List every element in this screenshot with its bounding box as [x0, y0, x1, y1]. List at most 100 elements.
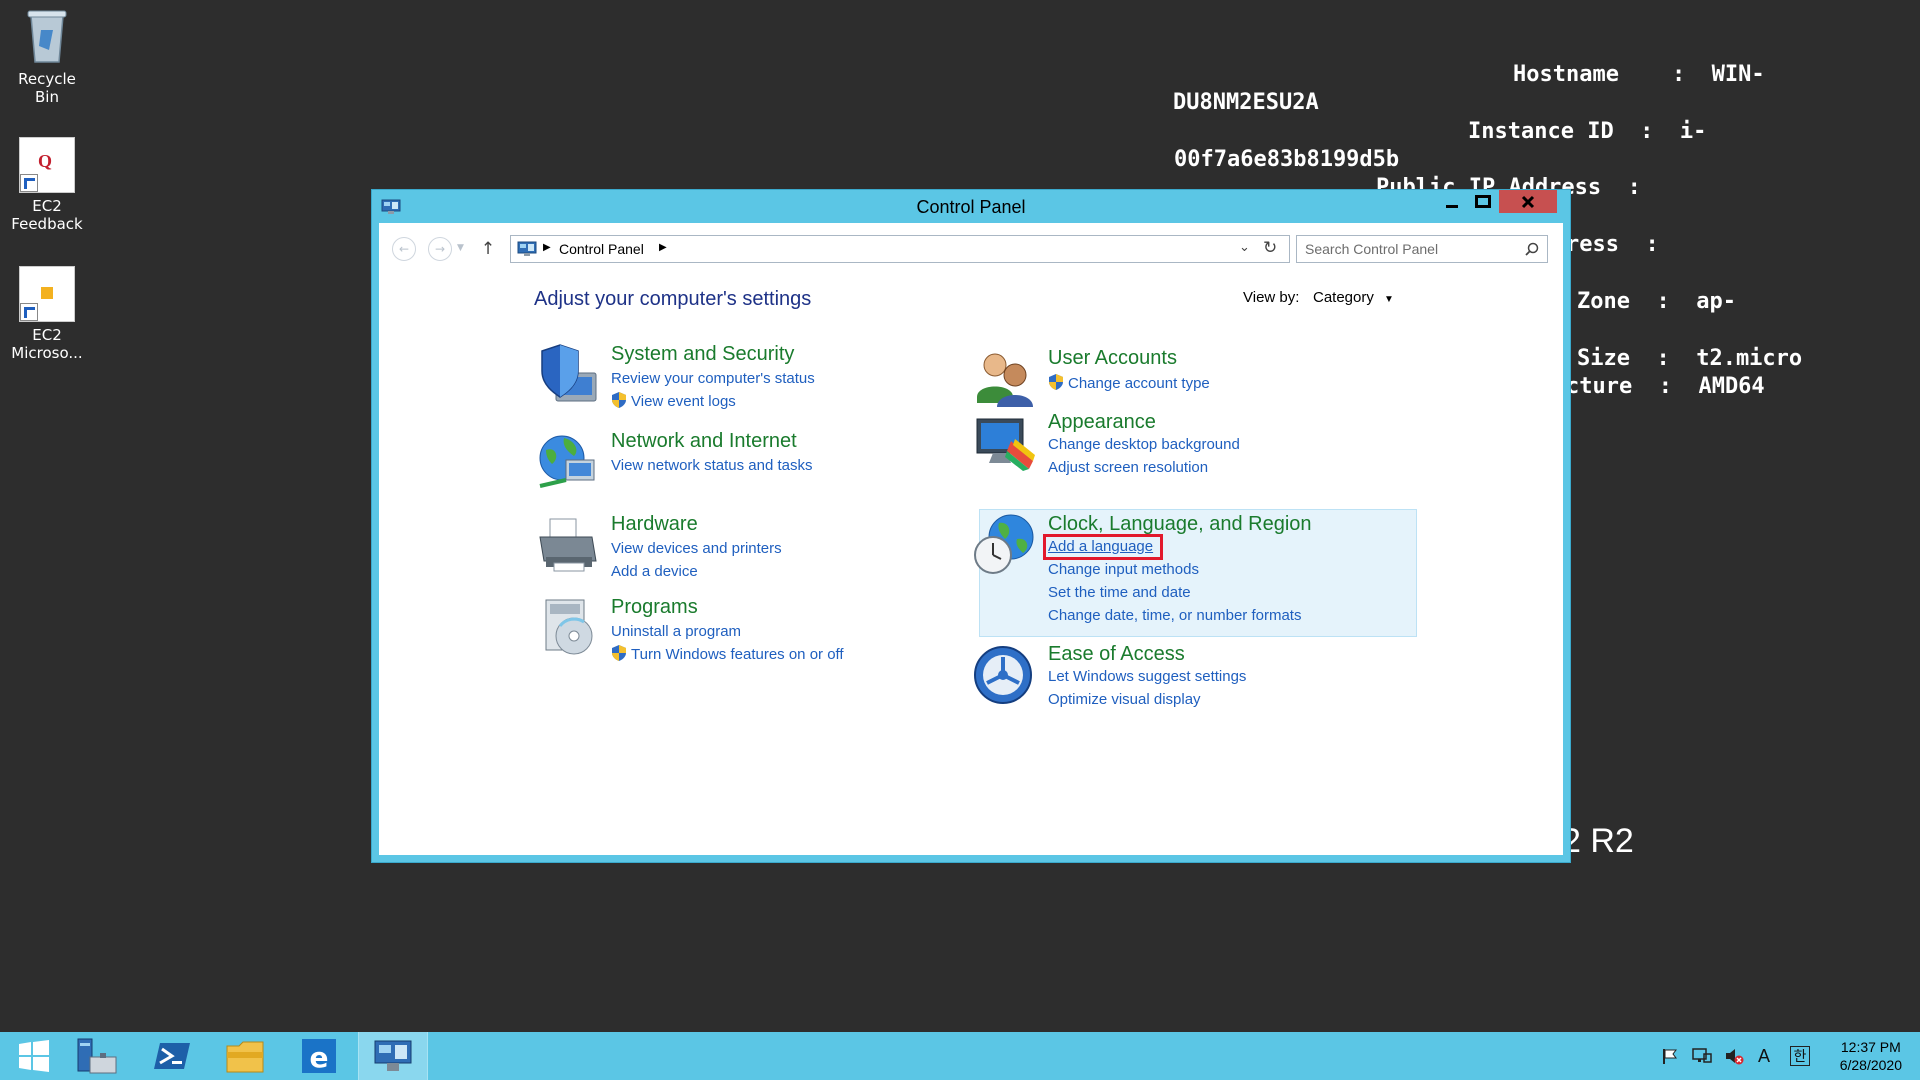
ec2-microsoft-icon — [19, 266, 75, 322]
category-link[interactable]: View network status and tasks — [611, 457, 813, 474]
category-title[interactable]: Network and Internet — [611, 430, 797, 453]
breadcrumb-expand-icon[interactable]: ▶ — [659, 242, 667, 253]
search-box[interactable]: Search Control Panel — [1296, 235, 1548, 263]
maximize-icon — [1475, 194, 1491, 208]
desktop-icon-recycle-bin[interactable]: Recycle Bin — [4, 6, 90, 106]
taskbar-file-explorer[interactable] — [211, 1032, 279, 1080]
window-title: Control Panel — [916, 197, 1026, 217]
input-language-icon[interactable]: 한 — [1790, 1046, 1810, 1066]
taskbar-control-panel[interactable] — [358, 1032, 428, 1080]
ease-of-access-icon[interactable] — [973, 643, 1037, 707]
ec2-microsoft-label-line1: EC2 — [32, 326, 62, 344]
back-button[interactable]: ← — [392, 237, 416, 261]
category-link[interactable]: View event logs — [631, 393, 736, 410]
category-link[interactable]: Let Windows suggest settings — [1048, 668, 1246, 685]
window-content: ← → ▼ ↑ ▶ Control Panel ▶ ⌄ ↻ Search Con… — [379, 223, 1563, 855]
taskbar-internet-explorer[interactable]: e — [285, 1032, 353, 1080]
speaker-muted-icon[interactable] — [1724, 1046, 1744, 1066]
maximize-button[interactable] — [1468, 190, 1498, 213]
category-link[interactable]: Review your computer's status — [611, 370, 815, 387]
category-link[interactable]: Turn Windows features on or off — [631, 646, 844, 663]
taskbar: e A 한 12:37 PM 6/28/2020 — [0, 1032, 1920, 1080]
bginfo-architecture: cture : AMD64 — [1566, 374, 1765, 399]
minimize-button[interactable] — [1437, 190, 1467, 213]
title-bar[interactable]: Control Panel — [372, 190, 1570, 223]
taskbar-powershell[interactable] — [138, 1032, 206, 1080]
forward-arrow-icon: → — [434, 242, 446, 256]
category-programs: Programs Uninstall a program Turn Window… — [536, 596, 916, 666]
uac-shield-icon — [612, 392, 626, 408]
bginfo-zone: Zone : ap- — [1577, 289, 1736, 314]
category-user-accounts: User Accounts Change account type — [973, 347, 1333, 407]
category-system-and-security: System and Security Review your computer… — [536, 343, 896, 413]
desktop-icon-ec2-microsoft[interactable]: EC2 Microso... — [4, 266, 90, 362]
breadcrumb-separator-icon[interactable]: ▶ — [543, 242, 551, 253]
up-button[interactable]: ↑ — [479, 237, 497, 261]
category-link[interactable]: Optimize visual display — [1048, 691, 1201, 708]
internet-explorer-icon: e — [302, 1039, 336, 1074]
category-title[interactable]: Appearance — [1048, 411, 1156, 434]
search-icon[interactable] — [1525, 242, 1539, 256]
globe-clock-icon[interactable] — [973, 513, 1037, 577]
ec2-feedback-label-line1: EC2 — [32, 197, 62, 215]
network-icon[interactable] — [1692, 1046, 1712, 1066]
category-link[interactable]: Change input methods — [1048, 561, 1199, 578]
printer-icon[interactable] — [536, 513, 600, 577]
address-bar[interactable]: ▶ Control Panel ▶ ⌄ ↻ — [510, 235, 1290, 263]
globe-network-icon[interactable] — [536, 430, 600, 494]
uac-shield-icon — [1049, 374, 1063, 390]
category-title[interactable]: Clock, Language, and Region — [1048, 513, 1312, 536]
address-history-dropdown-icon[interactable]: ⌄ — [1239, 240, 1250, 255]
taskbar-server-manager[interactable] — [63, 1032, 131, 1080]
category-link[interactable]: Adjust screen resolution — [1048, 459, 1208, 476]
system-clock[interactable]: 12:37 PM 6/28/2020 — [1840, 1038, 1902, 1074]
category-link[interactable]: View devices and printers — [611, 540, 782, 557]
search-placeholder[interactable]: Search Control Panel — [1305, 241, 1438, 257]
category-network-and-internet: Network and Internet View network status… — [536, 430, 896, 494]
users-icon[interactable] — [973, 347, 1037, 411]
bginfo-instance-id-value: 00f7a6e83b8199d5b — [1174, 147, 1400, 172]
bginfo-hostname: Hostname : WIN- — [1513, 62, 1765, 87]
view-by-dropdown[interactable]: Category ▼ — [1313, 289, 1394, 306]
category-appearance: Appearance Change desktop background Adj… — [973, 411, 1333, 481]
category-title[interactable]: Hardware — [611, 513, 698, 536]
uac-shield-icon — [612, 645, 626, 661]
start-button[interactable] — [0, 1032, 68, 1080]
control-panel-window[interactable]: Control Panel ← → ▼ ↑ ▶ Control Panel ▶ … — [371, 189, 1571, 863]
up-arrow-icon: ↑ — [480, 239, 496, 259]
category-hardware: Hardware View devices and printers Add a… — [536, 513, 896, 583]
view-by-label: View by: — [1243, 289, 1300, 306]
category-title[interactable]: Programs — [611, 596, 698, 619]
category-link[interactable]: Change desktop background — [1048, 436, 1240, 453]
category-link[interactable]: Uninstall a program — [611, 623, 741, 640]
bginfo-private-ip: ress : — [1566, 232, 1659, 257]
bginfo-size: Size : t2.micro — [1577, 346, 1803, 371]
desktop-icon-ec2-feedback[interactable]: Q EC2 Feedback — [4, 137, 90, 233]
minimize-icon — [1446, 204, 1458, 208]
category-link[interactable]: Change account type — [1068, 375, 1210, 392]
chevron-down-icon[interactable]: ▼ — [1384, 294, 1394, 305]
category-title[interactable]: Ease of Access — [1048, 643, 1185, 666]
ime-mode-icon[interactable]: A — [1754, 1046, 1774, 1066]
category-ease-of-access: Ease of Access Let Windows suggest setti… — [973, 643, 1333, 713]
forward-button[interactable]: → — [428, 237, 452, 261]
breadcrumb-control-panel[interactable]: Control Panel — [559, 241, 644, 257]
control-panel-icon — [517, 241, 537, 256]
programs-disc-icon[interactable] — [536, 596, 600, 660]
server-manager-icon — [77, 1038, 117, 1074]
recycle-bin-label: Recycle Bin — [18, 70, 76, 106]
category-title[interactable]: User Accounts — [1048, 347, 1177, 370]
category-link[interactable]: Change date, time, or number formats — [1048, 607, 1301, 624]
category-link[interactable]: Add a device — [611, 563, 698, 580]
page-heading: Adjust your computer's settings — [534, 288, 812, 310]
action-center-flag-icon[interactable] — [1660, 1046, 1680, 1066]
recent-locations-dropdown[interactable]: ▼ — [457, 243, 464, 253]
shield-computer-icon[interactable] — [536, 343, 600, 407]
view-by-value[interactable]: Category — [1313, 289, 1374, 306]
refresh-icon[interactable]: ↻ — [1263, 238, 1277, 258]
clock-time: 12:37 PM — [1840, 1039, 1901, 1055]
close-button[interactable] — [1499, 190, 1557, 213]
category-title[interactable]: System and Security — [611, 343, 794, 366]
category-link[interactable]: Set the time and date — [1048, 584, 1191, 601]
monitor-paint-icon[interactable] — [973, 411, 1037, 475]
